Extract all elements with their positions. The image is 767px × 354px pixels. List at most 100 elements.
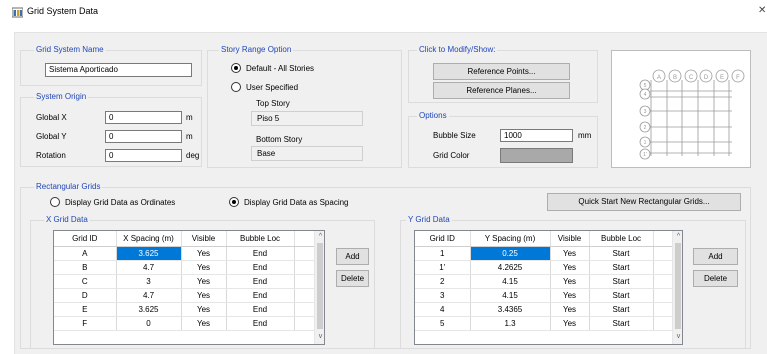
table-cell[interactable]: C [54, 274, 117, 289]
table-row[interactable]: A 3.625 Yes End [54, 246, 315, 261]
table-cell[interactable]: End [226, 302, 295, 317]
table-cell[interactable]: Start [589, 274, 654, 289]
reference-planes-button[interactable]: Reference Planes... [433, 82, 570, 99]
table-row[interactable]: 2 4.15 Yes Start [415, 274, 673, 289]
table-cell[interactable]: Yes [550, 288, 590, 303]
table-cell[interactable]: A [54, 246, 117, 261]
table-cell[interactable]: B [54, 260, 117, 275]
global-x-field[interactable]: 0 [105, 111, 182, 124]
table-cell[interactable]: Yes [181, 274, 227, 289]
table-row[interactable]: B 4.7 Yes End [54, 260, 315, 275]
rotation-field[interactable]: 0 [105, 149, 182, 162]
column-header[interactable]: Grid ID [54, 231, 117, 247]
scroll-down-icon[interactable]: v [673, 332, 682, 342]
display-spacing-radio[interactable] [229, 197, 239, 207]
reference-points-button[interactable]: Reference Points... [433, 63, 570, 80]
table-cell[interactable]: 4.7 [116, 260, 182, 275]
table-cell[interactable]: Yes [181, 288, 227, 303]
table-cell[interactable]: Yes [550, 246, 590, 261]
table-row[interactable]: 4 3.4365 Yes Start [415, 302, 673, 317]
display-ordinates-radio[interactable] [50, 197, 60, 207]
table-cell[interactable]: 3.625 [116, 302, 182, 317]
table-cell[interactable]: Yes [181, 246, 227, 261]
table-cell[interactable]: Yes [550, 274, 590, 289]
default-all-stories-radio[interactable] [231, 63, 241, 73]
table-cell[interactable]: Start [589, 246, 654, 261]
column-header[interactable]: Visible [550, 231, 590, 247]
x-grid-table[interactable]: Grid ID X Spacing (m) Visible Bubble Loc… [53, 230, 325, 345]
table-cell[interactable]: Start [589, 288, 654, 303]
x-delete-button[interactable]: Delete [336, 270, 369, 287]
scroll-up-icon[interactable]: ^ [315, 232, 324, 242]
table-cell[interactable]: 3.625 [116, 246, 182, 261]
x-add-button[interactable]: Add [336, 248, 369, 265]
table-cell[interactable]: 3 [415, 288, 471, 303]
table-cell[interactable]: 2 [415, 274, 471, 289]
table-cell[interactable]: Yes [550, 302, 590, 317]
table-cell[interactable]: End [226, 288, 295, 303]
table-row[interactable]: C 3 Yes End [54, 274, 315, 289]
column-header[interactable]: Visible [181, 231, 227, 247]
grid-system-name-field[interactable]: Sistema Aporticado [45, 63, 192, 77]
table-cell[interactable]: 0.25 [470, 246, 551, 261]
scroll-down-icon[interactable]: v [315, 332, 324, 342]
table-row[interactable]: 1' 4.2625 Yes Start [415, 260, 673, 275]
table-cell[interactable]: Yes [550, 260, 590, 275]
column-header[interactable]: Bubble Loc [226, 231, 295, 247]
y-grid-table[interactable]: Grid ID Y Spacing (m) Visible Bubble Loc… [414, 230, 683, 345]
column-header[interactable]: Bubble Loc [589, 231, 654, 247]
table-cell[interactable]: End [226, 246, 295, 261]
table-cell-filler [653, 246, 673, 261]
svg-text:5: 5 [644, 83, 647, 89]
table-row[interactable]: E 3.625 Yes End [54, 302, 315, 317]
scroll-thumb[interactable] [317, 243, 323, 329]
table-cell[interactable]: 3 [116, 274, 182, 289]
table-row[interactable]: D 4.7 Yes End [54, 288, 315, 303]
scroll-up-icon[interactable]: ^ [673, 232, 682, 242]
table-cell[interactable]: 4.15 [470, 288, 551, 303]
table-row[interactable]: 5 1.3 Yes Start [415, 316, 673, 331]
table-cell[interactable]: End [226, 274, 295, 289]
scroll-thumb[interactable] [675, 243, 681, 329]
x-grid-scrollbar[interactable]: ^ v [314, 231, 324, 344]
table-cell[interactable]: 4 [415, 302, 471, 317]
table-cell[interactable]: 0 [116, 316, 182, 331]
table-cell[interactable]: Yes [181, 316, 227, 331]
table-cell[interactable]: Start [589, 302, 654, 317]
table-cell[interactable]: 3.4365 [470, 302, 551, 317]
table-cell[interactable]: E [54, 302, 117, 317]
table-cell[interactable]: 1' [415, 260, 471, 275]
table-row[interactable]: F 0 Yes End [54, 316, 315, 331]
column-header[interactable]: X Spacing (m) [116, 231, 182, 247]
user-specified-radio[interactable] [231, 82, 241, 92]
table-row[interactable]: 3 4.15 Yes Start [415, 288, 673, 303]
table-cell[interactable]: 1.3 [470, 316, 551, 331]
table-cell[interactable]: 4.15 [470, 274, 551, 289]
table-cell[interactable]: Yes [181, 302, 227, 317]
table-cell[interactable]: D [54, 288, 117, 303]
table-cell[interactable]: End [226, 260, 295, 275]
table-cell[interactable]: Start [589, 260, 654, 275]
y-delete-button[interactable]: Delete [693, 270, 738, 287]
y-grid-header-row: Grid ID Y Spacing (m) Visible Bubble Loc [415, 231, 674, 247]
table-cell[interactable]: Yes [550, 316, 590, 331]
table-cell[interactable]: Start [589, 316, 654, 331]
table-cell[interactable]: 4.2625 [470, 260, 551, 275]
y-grid-scrollbar[interactable]: ^ v [672, 231, 682, 344]
table-row[interactable]: 1 0.25 Yes Start [415, 246, 673, 261]
close-icon[interactable]: ✕ [758, 5, 766, 16]
table-cell[interactable]: 1 [415, 246, 471, 261]
column-header[interactable]: Y Spacing (m) [470, 231, 551, 247]
table-cell[interactable]: End [226, 316, 295, 331]
quick-start-button[interactable]: Quick Start New Rectangular Grids... [547, 193, 741, 211]
table-cell[interactable]: F [54, 316, 117, 331]
column-header[interactable]: Grid ID [415, 231, 471, 247]
grid-color-swatch[interactable] [500, 148, 573, 163]
table-cell-filler [294, 316, 315, 331]
table-cell[interactable]: 4.7 [116, 288, 182, 303]
table-cell[interactable]: Yes [181, 260, 227, 275]
bubble-size-field[interactable]: 1000 [500, 129, 573, 142]
global-y-field[interactable]: 0 [105, 130, 182, 143]
y-add-button[interactable]: Add [693, 248, 738, 265]
table-cell[interactable]: 5 [415, 316, 471, 331]
